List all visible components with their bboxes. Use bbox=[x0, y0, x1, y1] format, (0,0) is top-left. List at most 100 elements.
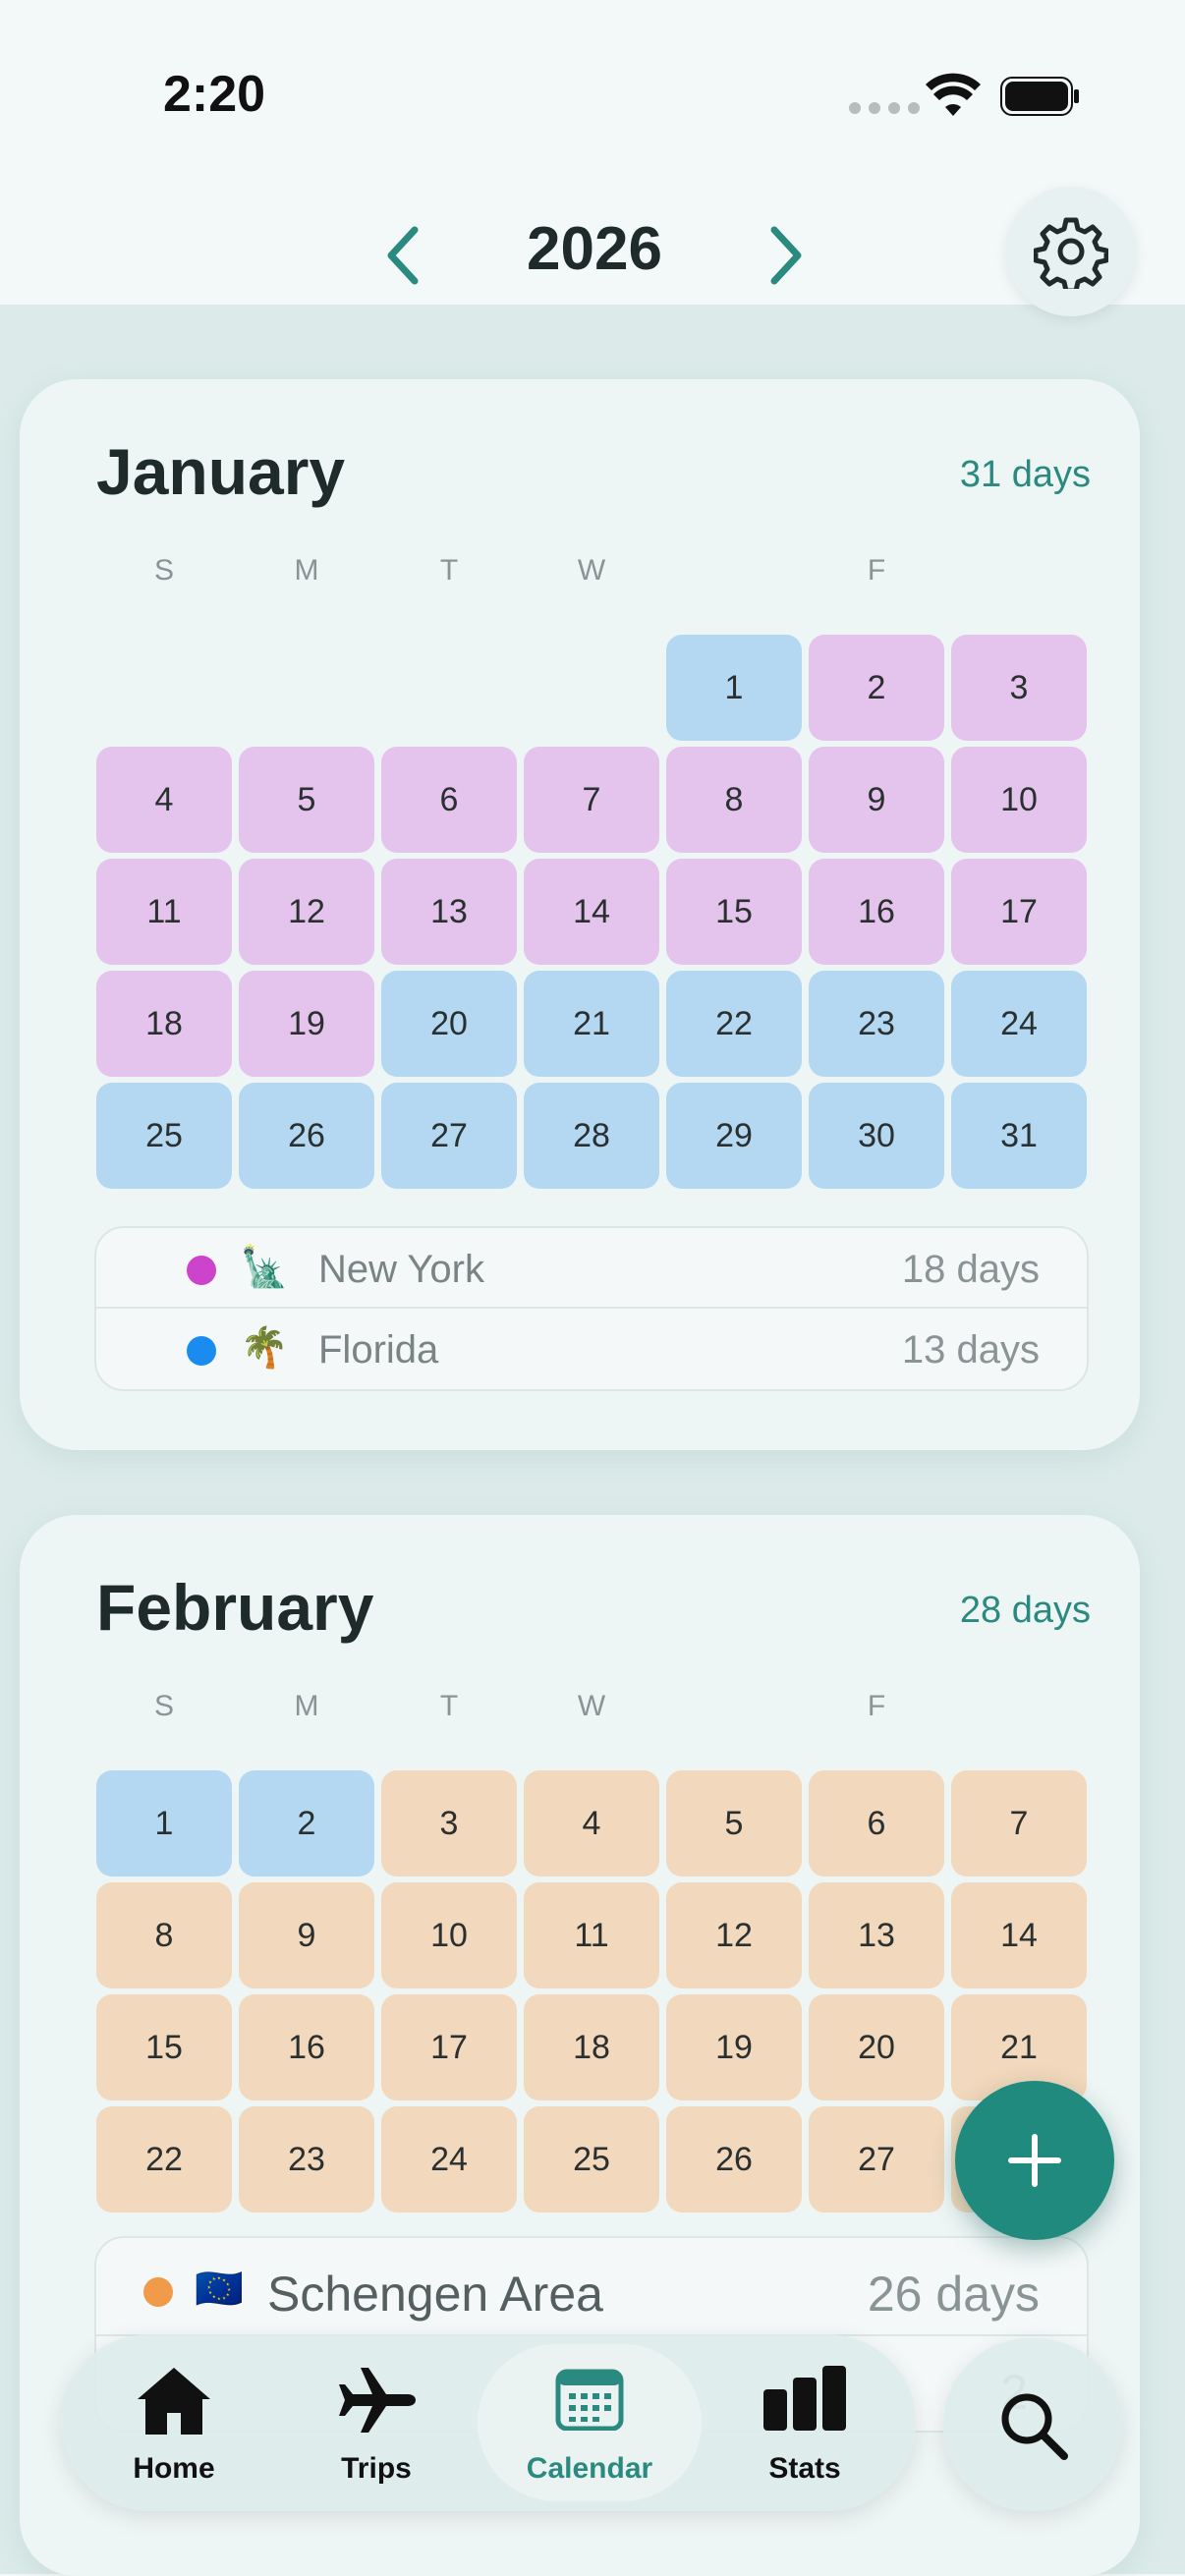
day-cell[interactable]: 2 bbox=[239, 1770, 374, 1876]
day-cell[interactable]: 13 bbox=[809, 1882, 944, 1988]
weekday-label: T bbox=[439, 1690, 459, 1722]
month-title: January bbox=[96, 435, 346, 508]
day-cell[interactable]: 18 bbox=[96, 971, 232, 1077]
calendar-icon bbox=[555, 2369, 624, 2431]
day-cell[interactable]: 6 bbox=[381, 747, 517, 853]
day-cell[interactable]: 19 bbox=[239, 971, 374, 1077]
tab-stats[interactable]: Stats bbox=[702, 2334, 908, 2511]
tab-calendar[interactable]: Calendar bbox=[478, 2344, 702, 2501]
battery-icon bbox=[1000, 77, 1079, 116]
tab-trips[interactable]: Trips bbox=[273, 2334, 480, 2511]
day-cell[interactable]: 1 bbox=[666, 635, 802, 741]
day-cell[interactable]: 29 bbox=[666, 1083, 802, 1189]
day-cell[interactable]: 24 bbox=[951, 971, 1087, 1077]
day-cell[interactable]: 7 bbox=[524, 747, 659, 853]
day-cell[interactable]: 6 bbox=[809, 1770, 944, 1876]
month-card-january: January 31 days S M T W F 1 2 3 4 5 6 7 8 9 10 11 1… bbox=[20, 379, 1140, 1450]
status-time: 2:20 bbox=[163, 66, 266, 123]
day-cell[interactable]: 23 bbox=[809, 971, 944, 1077]
day-cell[interactable]: 14 bbox=[951, 1882, 1087, 1988]
legend-item[interactable]: 🇪🇺 Schengen Area 26 days bbox=[96, 2238, 1087, 2336]
day-cell[interactable]: 18 bbox=[524, 1994, 659, 2100]
add-trip-button[interactable] bbox=[955, 2081, 1114, 2240]
day-cell[interactable]: 30 bbox=[809, 1083, 944, 1189]
day-cell[interactable]: 11 bbox=[96, 859, 232, 965]
day-cell[interactable]: 19 bbox=[666, 1994, 802, 2100]
day-cell[interactable]: 20 bbox=[381, 971, 517, 1077]
tab-bar: Home Trips Calendar Stats bbox=[61, 2334, 916, 2511]
day-cell[interactable]: 27 bbox=[809, 2106, 944, 2212]
weekday-header: S M T W F bbox=[96, 1690, 1091, 1729]
day-cell[interactable]: 14 bbox=[524, 859, 659, 965]
legend-name: Schengen Area bbox=[267, 2267, 603, 2322]
day-cell[interactable]: 27 bbox=[381, 1083, 517, 1189]
search-button[interactable] bbox=[943, 2338, 1122, 2511]
day-cell[interactable]: 31 bbox=[951, 1083, 1087, 1189]
tab-label: Home bbox=[133, 2452, 215, 2485]
day-cell[interactable]: 3 bbox=[381, 1770, 517, 1876]
month-days-count: 28 days bbox=[959, 1590, 1091, 1631]
legend-count: 18 days bbox=[901, 1248, 1040, 1291]
day-cell[interactable]: 1 bbox=[96, 1770, 232, 1876]
day-cell[interactable]: 9 bbox=[809, 747, 944, 853]
eu-flag-icon: 🇪🇺 bbox=[195, 2268, 244, 2311]
day-cell[interactable]: 28 bbox=[524, 1083, 659, 1189]
search-icon bbox=[1001, 2393, 1068, 2460]
day-cell[interactable]: 25 bbox=[96, 1083, 232, 1189]
weekday-label: S bbox=[153, 1690, 174, 1722]
settings-button[interactable] bbox=[1006, 187, 1136, 316]
day-cell[interactable]: 26 bbox=[239, 1083, 374, 1189]
gear-icon bbox=[1034, 217, 1108, 289]
day-cell[interactable]: 17 bbox=[951, 859, 1087, 965]
day-cell[interactable]: 16 bbox=[809, 859, 944, 965]
tab-home[interactable]: Home bbox=[71, 2334, 277, 2511]
day-cell[interactable]: 22 bbox=[666, 971, 802, 1077]
legend-item[interactable]: 🗽 New York 18 days bbox=[96, 1228, 1087, 1309]
weekday-label: S bbox=[153, 554, 174, 587]
day-cell[interactable]: 2 bbox=[809, 635, 944, 741]
day-cell[interactable]: 13 bbox=[381, 859, 517, 965]
day-cell[interactable]: 12 bbox=[666, 1882, 802, 1988]
legend-name: Florida bbox=[318, 1328, 439, 1372]
day-cell[interactable]: 10 bbox=[381, 1882, 517, 1988]
day-cell[interactable]: 22 bbox=[96, 2106, 232, 2212]
tab-label: Stats bbox=[768, 2452, 841, 2485]
day-cell[interactable]: 12 bbox=[239, 859, 374, 965]
day-cell[interactable]: 5 bbox=[666, 1770, 802, 1876]
day-cell[interactable]: 17 bbox=[381, 1994, 517, 2100]
day-cell[interactable]: 21 bbox=[524, 971, 659, 1077]
day-cell[interactable]: 20 bbox=[809, 1994, 944, 2100]
day-cell[interactable]: 11 bbox=[524, 1882, 659, 1988]
day-cell[interactable]: 3 bbox=[951, 635, 1087, 741]
day-cell[interactable]: 4 bbox=[524, 1770, 659, 1876]
legend-name: New York bbox=[318, 1248, 484, 1291]
statue-of-liberty-icon: 🗽 bbox=[240, 1246, 289, 1289]
day-cell[interactable]: 25 bbox=[524, 2106, 659, 2212]
day-cell[interactable]: 9 bbox=[239, 1882, 374, 1988]
day-cell[interactable]: 23 bbox=[239, 2106, 374, 2212]
weekday-label: M bbox=[294, 554, 319, 587]
day-cell[interactable]: 4 bbox=[96, 747, 232, 853]
day-cell[interactable]: 7 bbox=[951, 1770, 1087, 1876]
legend-item[interactable]: 🌴 Florida 13 days bbox=[96, 1309, 1087, 1389]
airplane-icon bbox=[339, 2368, 416, 2433]
day-cell[interactable]: 8 bbox=[96, 1882, 232, 1988]
day-cell[interactable]: 8 bbox=[666, 747, 802, 853]
day-cell[interactable]: 26 bbox=[666, 2106, 802, 2212]
tab-label: Calendar bbox=[526, 2452, 653, 2485]
day-cell[interactable]: 15 bbox=[96, 1994, 232, 2100]
legend-count: 13 days bbox=[901, 1328, 1040, 1372]
chevron-right-icon[interactable] bbox=[757, 216, 816, 295]
year-title: 2026 bbox=[527, 215, 662, 283]
day-cell[interactable]: 5 bbox=[239, 747, 374, 853]
plus-icon bbox=[1008, 2134, 1061, 2187]
new-york-color-dot bbox=[187, 1256, 216, 1285]
day-cell[interactable]: 15 bbox=[666, 859, 802, 965]
day-cell[interactable]: 10 bbox=[951, 747, 1087, 853]
day-cell[interactable]: 24 bbox=[381, 2106, 517, 2212]
day-cell[interactable]: 16 bbox=[239, 1994, 374, 2100]
legend-count: 26 days bbox=[867, 2267, 1040, 2322]
weekday-label: T bbox=[439, 554, 459, 587]
chevron-left-icon[interactable] bbox=[373, 216, 432, 295]
weekday-header: S M T W F bbox=[96, 554, 1091, 593]
